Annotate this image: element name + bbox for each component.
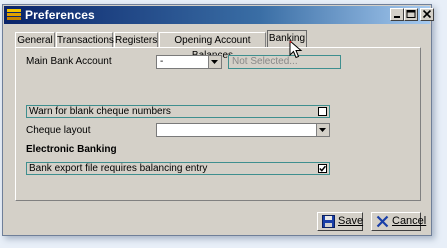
main-bank-account-label: Main Bank Account xyxy=(26,56,112,67)
cheque-layout-combo[interactable] xyxy=(156,123,330,137)
tab-general[interactable]: General xyxy=(15,32,55,47)
close-icon xyxy=(422,10,432,19)
cancel-button[interactable]: Cancel xyxy=(371,212,426,234)
main-bank-account-combo[interactable]: - xyxy=(156,55,222,69)
floppy-disk-icon xyxy=(322,215,335,234)
bank-export-checkbox[interactable] xyxy=(318,164,327,173)
warn-blank-cheque-label: Warn for blank cheque numbers xyxy=(29,106,171,117)
warn-blank-cheque-checkbox[interactable] xyxy=(318,107,327,116)
window-title: Preferences xyxy=(25,8,95,22)
chevron-down-icon[interactable] xyxy=(208,56,221,68)
maximize-button[interactable] xyxy=(404,8,418,21)
title-bar[interactable]: Preferences xyxy=(4,6,434,24)
cheque-layout-label: Cheque layout xyxy=(26,125,91,136)
app-icon xyxy=(7,8,21,22)
minimize-icon xyxy=(394,16,400,18)
main-bank-account-value: - xyxy=(160,56,164,67)
tab-transactions[interactable]: Transactions xyxy=(56,32,114,47)
maximize-icon xyxy=(406,10,416,18)
tab-registers[interactable]: Registers xyxy=(114,32,158,47)
bank-export-label: Bank export file requires balancing entr… xyxy=(29,163,208,174)
warn-blank-cheque-row[interactable]: Warn for blank cheque numbers xyxy=(26,105,330,118)
main-bank-account-display: Not Selected... xyxy=(228,55,341,69)
save-button[interactable]: Save xyxy=(317,212,363,231)
cancel-x-icon xyxy=(376,215,389,234)
chevron-down-icon[interactable] xyxy=(316,124,329,136)
bank-export-row[interactable]: Bank export file requires balancing entr… xyxy=(26,162,330,175)
banking-panel: Main Bank Account - Not Selected... Warn… xyxy=(15,47,421,201)
checkmark-icon xyxy=(319,165,326,172)
cancel-label: Cancel xyxy=(392,215,427,227)
save-label: Save xyxy=(338,215,364,227)
preferences-window: Preferences General Transactions Registe… xyxy=(2,4,434,236)
mouse-pointer-icon xyxy=(289,39,303,65)
minimize-button[interactable] xyxy=(390,8,404,21)
tab-opening-account-balances[interactable]: Opening Account Balances xyxy=(159,32,266,61)
close-button[interactable] xyxy=(420,8,434,21)
electronic-banking-heading: Electronic Banking xyxy=(26,144,117,155)
